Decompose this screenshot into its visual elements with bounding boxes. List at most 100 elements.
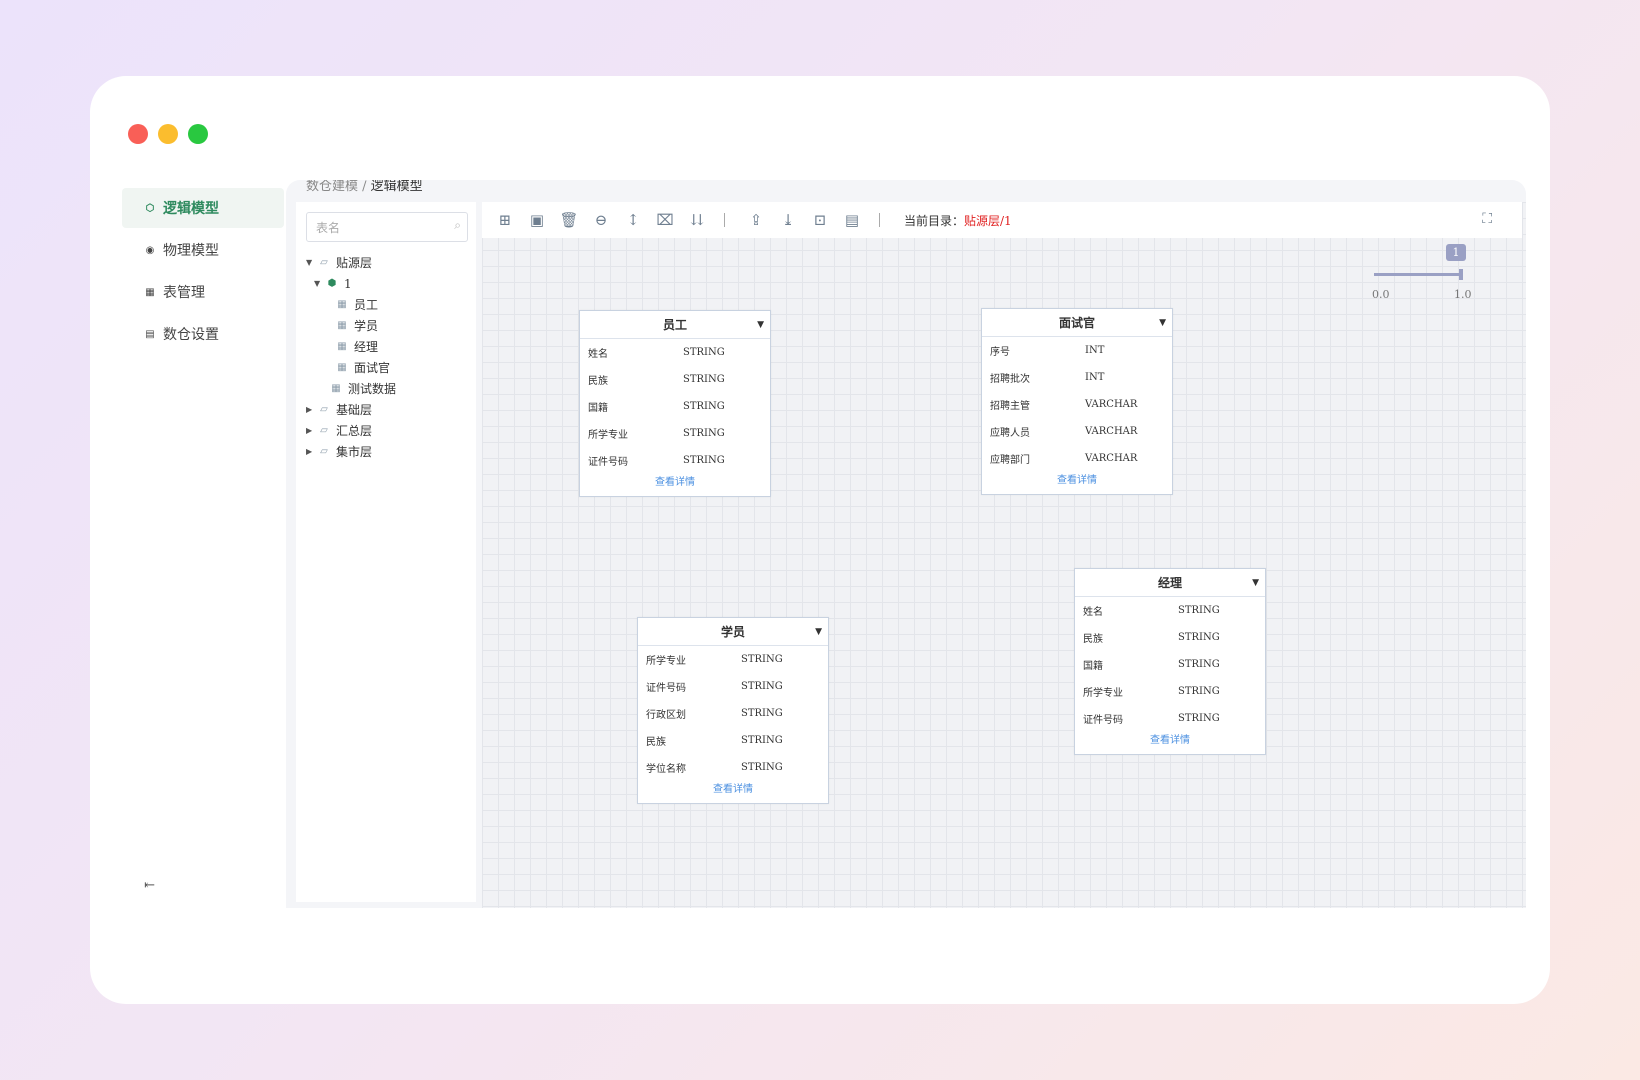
view-details-link[interactable]: 查看详情 [580, 474, 770, 496]
layer-icon: ▱ [320, 404, 328, 415]
add-icon[interactable]: ⊞ [496, 211, 514, 229]
import-icon[interactable]: ⊡ [811, 211, 829, 229]
table-icon: ▦ [337, 341, 347, 352]
clear-icon[interactable]: ⌧ [656, 211, 674, 229]
field-row: 招聘主管 VARCHAR [982, 391, 1172, 418]
maximize-window-button[interactable] [188, 124, 208, 144]
entity-header: 学员 ▼ [638, 618, 828, 646]
caret-right-icon[interactable]: ▶ [306, 426, 316, 435]
tree-node[interactable]: ▶ ▱ 汇总层 [306, 420, 471, 441]
save-icon[interactable]: ▣ [528, 211, 546, 229]
tree-node-label: 1 [344, 276, 352, 291]
field-row: 所学专业 STRING [580, 420, 770, 447]
caret-right-icon[interactable]: ▶ [306, 405, 316, 414]
cube-icon: ⬢ [327, 278, 337, 289]
sidebar-item-label: 逻辑模型 [163, 201, 219, 217]
field-type: VARCHAR [1085, 453, 1138, 464]
slider-handle[interactable] [1459, 269, 1463, 280]
tree-node-label: 汇总层 [336, 424, 373, 438]
field-row: 应聘人员 VARCHAR [982, 418, 1172, 445]
zoom-slider[interactable]: 1 0.0 1.0 [1372, 242, 1492, 312]
field-name: 所学专业 [588, 430, 628, 441]
minimize-window-button[interactable] [158, 124, 178, 144]
layer-tree: ▼ ▱ 贴源层 ▼ ⬢ 1 ▦ 员工 ▦ 学员 ▦ 经理 ▦ 面试官 ▦ 测试数… [306, 252, 471, 462]
field-name: 国籍 [1083, 661, 1103, 672]
slider-track[interactable] [1374, 273, 1462, 276]
tree-node[interactable]: ▶ ▱ 基础层 [306, 399, 471, 420]
tree-node[interactable]: ▦ 面试官 [306, 357, 471, 378]
table-icon: ▦ [145, 286, 155, 298]
search-icon[interactable]: ⌕ [454, 218, 461, 233]
field-row: 证件号码 STRING [638, 673, 828, 700]
caret-down-icon[interactable]: ▼ [306, 258, 316, 267]
tree-node[interactable]: ▦ 测试数据 [306, 378, 471, 399]
entity-card-yuangong[interactable]: 员工 ▼ 姓名 STRING 民族 STRING 国籍 STRING 所学专业 STRI… [579, 310, 771, 497]
field-type: STRING [741, 735, 783, 746]
entity-card-jingli[interactable]: 经理 ▼ 姓名 STRING 民族 STRING 国籍 STRING 所学专业 STRI… [1074, 568, 1266, 755]
download-icon[interactable]: ⤓ [779, 211, 797, 229]
field-name: 所学专业 [1083, 688, 1123, 699]
entity-card-xueyuan[interactable]: 学员 ▼ 所学专业 STRING 证件号码 STRING 行政区划 STRING 民族… [637, 617, 829, 804]
sidebar-item-table-management[interactable]: ▦ 表管理 [122, 272, 284, 312]
field-row: 招聘批次 INT [982, 364, 1172, 391]
tree-node[interactable]: ▦ 学员 [306, 315, 471, 336]
grid-icon: ▤ [145, 328, 155, 340]
field-name: 姓名 [1083, 607, 1103, 618]
tree-node[interactable]: ▦ 经理 [306, 336, 471, 357]
fullscreen-icon[interactable]: ⛶ [1482, 211, 1492, 227]
search-input[interactable]: 表名 ⌕ [306, 212, 468, 242]
field-name: 应聘部门 [990, 455, 1030, 466]
field-row: 应聘部门 VARCHAR [982, 445, 1172, 472]
export-document-icon[interactable]: ▤ [843, 211, 861, 229]
view-details-link[interactable]: 查看详情 [1075, 732, 1265, 754]
sidebar-item-logical-model[interactable]: ⬡ 逻辑模型 [122, 188, 284, 228]
field-name: 民族 [588, 376, 608, 387]
tree-node-label: 贴源层 [336, 256, 373, 270]
caret-down-icon[interactable]: ▼ [314, 279, 324, 288]
sidebar-item-physical-model[interactable]: ◉ 物理模型 [122, 230, 284, 270]
breadcrumb-separator: / [358, 180, 371, 194]
breadcrumb-parent[interactable]: 数仓建模 [306, 180, 358, 194]
sidebar-item-warehouse-settings[interactable]: ▤ 数仓设置 [122, 314, 284, 354]
tree-node[interactable]: ▼ ▱ 贴源层 [306, 252, 471, 273]
field-name: 民族 [1083, 634, 1103, 645]
entity-header: 经理 ▼ [1075, 569, 1265, 597]
field-name: 姓名 [588, 349, 608, 360]
view-details-link[interactable]: 查看详情 [638, 781, 828, 803]
tree-node-label: 学员 [354, 319, 379, 333]
tree-node[interactable]: ▦ 员工 [306, 294, 471, 315]
caret-down-icon[interactable]: ▼ [1252, 569, 1259, 597]
field-row: 学位名称 STRING [638, 754, 828, 781]
model-canvas[interactable]: ⊞ ▣ 🗑 ⊖ ↕ ⌧ ⇊ ⇪ ⤓ ⊡ ▤ 当前目录： 贴源层/1 ⛶ 1 0.… [482, 202, 1526, 908]
unlock-icon[interactable]: ⊖ [592, 211, 610, 229]
field-name: 证件号码 [646, 683, 686, 694]
caret-down-icon[interactable]: ▼ [757, 311, 764, 339]
field-row: 姓名 STRING [1075, 597, 1265, 624]
field-type: STRING [1178, 659, 1220, 670]
field-type: STRING [741, 681, 783, 692]
caret-down-icon[interactable]: ▼ [1159, 309, 1166, 337]
align-bottom-icon[interactable]: ⇊ [688, 211, 706, 229]
sort-icon[interactable]: ↕ [624, 211, 642, 229]
sidebar-item-label: 表管理 [163, 285, 205, 301]
tree-node[interactable]: ▶ ▱ 集市层 [306, 441, 471, 462]
caret-down-icon[interactable]: ▼ [815, 618, 822, 646]
collapse-icon[interactable]: ⇤ [144, 878, 155, 893]
toolbar-divider [879, 213, 880, 227]
field-type: STRING [741, 762, 783, 773]
tree-node-label: 面试官 [354, 361, 391, 375]
layer-icon: ▱ [320, 425, 328, 436]
tree-node-label: 经理 [354, 340, 379, 354]
field-type: VARCHAR [1085, 426, 1138, 437]
view-details-link[interactable]: 查看详情 [982, 472, 1172, 494]
tree-node[interactable]: ▼ ⬢ 1 [306, 273, 471, 294]
caret-right-icon[interactable]: ▶ [306, 447, 316, 456]
table-icon: ▦ [331, 383, 341, 394]
entity-card-mianshiguan[interactable]: 面试官 ▼ 序号 INT 招聘批次 INT 招聘主管 VARCHAR 应聘人员 VARC… [981, 308, 1173, 495]
toolbar-divider [724, 213, 725, 227]
field-name: 国籍 [588, 403, 608, 414]
delete-icon[interactable]: 🗑 [559, 211, 578, 229]
field-type: STRING [683, 374, 725, 385]
close-window-button[interactable] [128, 124, 148, 144]
upload-icon[interactable]: ⇪ [747, 211, 765, 229]
